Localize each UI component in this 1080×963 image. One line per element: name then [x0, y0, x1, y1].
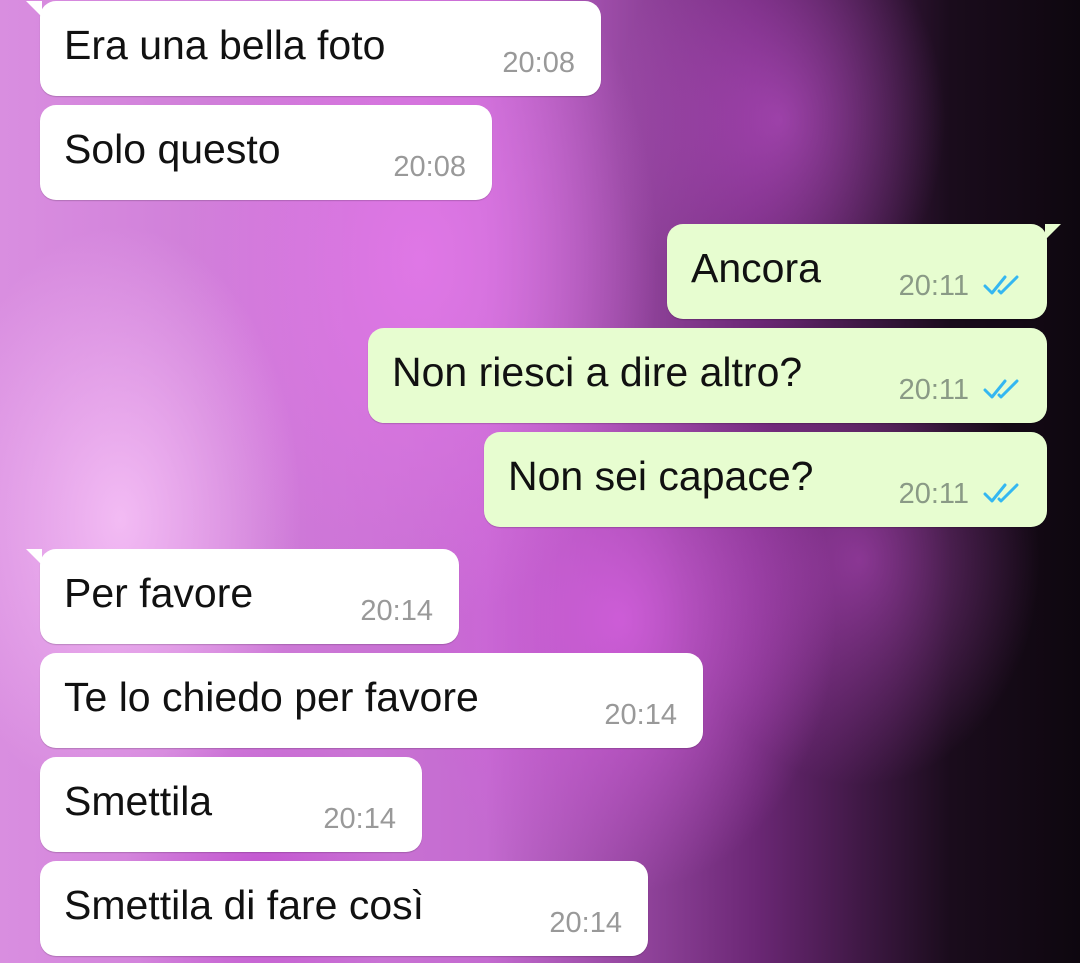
message-bubble-outgoing[interactable]: Ancora 20:11 — [667, 224, 1061, 319]
message-time: 20:14 — [549, 907, 622, 939]
message-time: 20:11 — [898, 374, 969, 406]
message-bubble-outgoing[interactable]: Non riesci a dire altro? 20:11 — [368, 328, 1047, 423]
message-bubble-outgoing[interactable]: Non sei capace? 20:11 — [484, 432, 1047, 527]
message-time: 20:14 — [604, 699, 677, 731]
message-text: Non riesci a dire altro? — [392, 349, 803, 395]
message-bubble-incoming[interactable]: Smettila 20:14 — [40, 757, 422, 852]
message-text: Smettila — [64, 778, 213, 824]
message-time: 20:11 — [898, 270, 969, 302]
message-text: Ancora — [691, 245, 821, 291]
message-bubble-incoming[interactable]: Per favore 20:14 — [26, 549, 459, 644]
double-check-icon — [983, 379, 1019, 399]
message-text: Solo questo — [64, 126, 281, 172]
message-text: Te lo chiedo per favore — [64, 674, 479, 720]
message-bubble-incoming[interactable]: Smettila di fare così 20:14 — [40, 861, 648, 956]
double-check-icon — [983, 275, 1019, 295]
message-bubble-incoming[interactable]: Te lo chiedo per favore 20:14 — [40, 653, 703, 748]
message-time: 20:08 — [393, 151, 466, 183]
message-time: 20:08 — [502, 47, 575, 79]
message-text: Smettila di fare così — [64, 882, 425, 928]
message-text: Non sei capace? — [508, 453, 814, 499]
message-bubble-incoming[interactable]: Era una bella foto 20:08 — [26, 1, 601, 96]
message-time: 20:14 — [360, 595, 433, 627]
message-text: Era una bella foto — [64, 22, 386, 68]
message-time: 20:11 — [898, 478, 969, 510]
message-text: Per favore — [64, 570, 254, 616]
message-bubble-incoming[interactable]: Solo questo 20:08 — [40, 105, 492, 200]
message-time: 20:14 — [323, 803, 396, 835]
double-check-icon — [983, 483, 1019, 503]
